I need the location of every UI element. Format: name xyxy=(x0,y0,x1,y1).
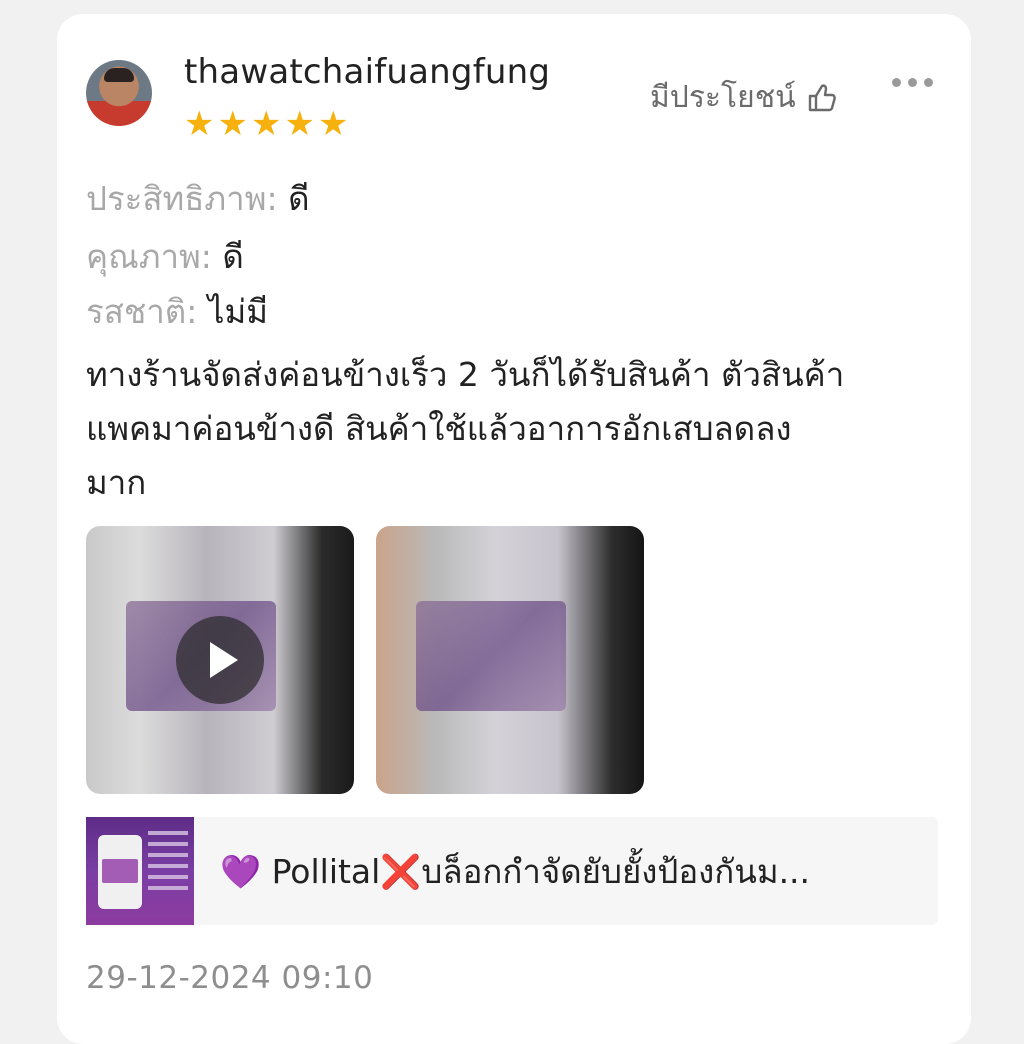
review-video-thumbnail[interactable] xyxy=(86,526,354,794)
attribute-value: ไม่มี xyxy=(207,292,268,331)
more-options-icon[interactable] xyxy=(892,78,933,87)
review-text-line: ทางร้านจัดส่งค่อนข้างเร็ว 2 วันก็ได้รับส… xyxy=(86,355,845,394)
star-icon: ★ xyxy=(284,104,315,144)
review-text-line: แพคมาค่อนข้างดี สินค้าใช้แล้วอาการอักเสบ… xyxy=(86,409,792,448)
star-icon: ★ xyxy=(250,104,282,144)
product-title: 💜 Pollital❌บล็อกกำจัดยับยั้งป้องกันม... xyxy=(220,851,811,891)
review-text: ทางร้านจัดส่งค่อนข้างเร็ว 2 วันก็ได้รับส… xyxy=(86,348,946,510)
star-icon: ★ xyxy=(217,104,248,144)
attribute-quality: คุณภาพ: ดี xyxy=(86,230,244,283)
attribute-taste: รสชาติ: ไม่มี xyxy=(86,285,268,338)
helpful-label: มีประโยชน์ xyxy=(650,80,796,115)
attribute-value: ดี xyxy=(222,237,244,276)
review-text-line: มาก xyxy=(86,463,147,502)
product-link[interactable]: 💜 Pollital❌บล็อกกำจัดยับยั้งป้องกันม... xyxy=(86,817,938,925)
star-icon: ★ xyxy=(317,104,349,144)
attribute-label: รสชาติ: xyxy=(86,292,198,331)
star-rating: ★ ★ ★ ★ ★ xyxy=(184,106,348,142)
helpful-button[interactable]: มีประโยชน์ xyxy=(650,74,838,121)
review-timestamp: 29-12-2024 09:10 xyxy=(86,960,374,996)
review-photo-thumbnail[interactable] xyxy=(376,526,644,794)
play-button[interactable] xyxy=(176,616,264,704)
avatar[interactable] xyxy=(86,60,152,126)
thumbs-up-icon[interactable] xyxy=(806,82,838,114)
play-icon xyxy=(210,642,238,678)
product-label-graphic xyxy=(416,601,566,711)
attribute-effectiveness: ประสิทธิภาพ: ดี xyxy=(86,172,310,225)
attribute-label: คุณภาพ: xyxy=(86,237,212,276)
reviewer-username: thawatchaifuangfung xyxy=(184,52,551,92)
star-icon: ★ xyxy=(184,104,215,144)
product-thumbnail xyxy=(86,817,194,925)
attribute-label: ประสิทธิภาพ: xyxy=(86,179,278,218)
attribute-value: ดี xyxy=(288,179,310,218)
